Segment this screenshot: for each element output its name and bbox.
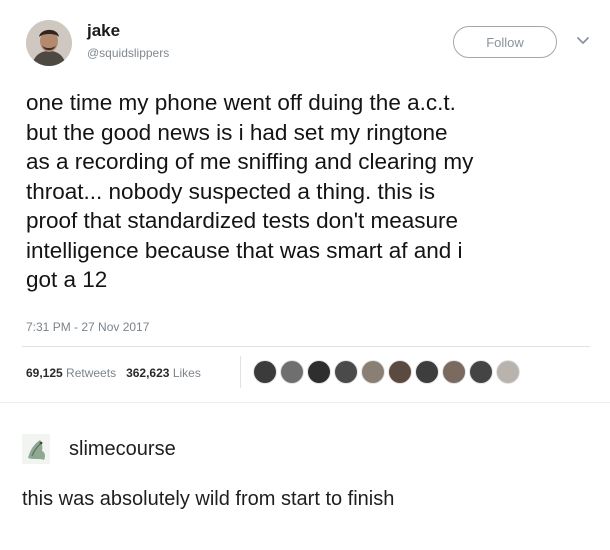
tweet-text-line: proof that standardized tests don't meas… [26,208,459,233]
divider [22,346,590,347]
tweet-text-line: got a 12 [26,267,108,292]
liker-avatar[interactable] [442,360,466,384]
tweet-text-line: but the good news is i had set my ringto… [26,119,448,145]
chevron-down-icon[interactable] [576,36,590,46]
liker-avatar[interactable] [280,360,304,384]
tweet-text: one time my phone went off duing the a.c… [26,88,596,295]
user-handle[interactable]: @squidslippers [87,46,169,60]
tweet-text-line: intelligence because that was smart af a… [26,237,463,263]
retweets-count: 69,125 [26,366,63,380]
liker-avatar[interactable] [496,360,520,384]
liker-avatar[interactable] [415,360,439,384]
tweet-stats: 69,125 Retweets 362,623 Likes [26,366,211,380]
tweet-text-line: one time my phone went off duing the a.c… [26,90,456,115]
reply-username[interactable]: slimecourse [69,438,176,461]
tweet-text-line: throat... nobody suspected a thing. this… [26,178,435,204]
display-name[interactable]: jake [87,21,120,41]
liker-avatars [253,360,523,384]
reply-text: this was absolutely wild from start to f… [22,488,395,510]
follow-button[interactable]: Follow [453,26,557,58]
likes-label: Likes [172,366,201,380]
tweet-text-line: as a recording of me sniffing and cleari… [26,149,474,174]
liker-avatar[interactable] [361,360,385,384]
tweet-timestamp[interactable]: 7:31 PM - 27 Nov 2017 [26,320,149,334]
retweets-label: Retweets [66,366,117,380]
likes-count: 362,623 [126,366,170,380]
retweets-stat[interactable]: 69,125 Retweets [26,366,116,380]
liker-avatar[interactable] [469,360,493,384]
divider [0,402,610,403]
likes-stat[interactable]: 362,623 Likes [126,366,201,380]
liker-avatar[interactable] [388,360,412,384]
reply-avatar-icon[interactable] [22,434,50,464]
liker-avatar[interactable] [253,360,277,384]
stats-divider [240,356,241,388]
liker-avatar[interactable] [334,360,358,384]
tweet-card: jake @squidslippers Follow one time my p… [0,0,610,398]
user-avatar-photo [26,20,72,66]
liker-avatar[interactable] [307,360,331,384]
user-avatar[interactable] [26,20,72,66]
